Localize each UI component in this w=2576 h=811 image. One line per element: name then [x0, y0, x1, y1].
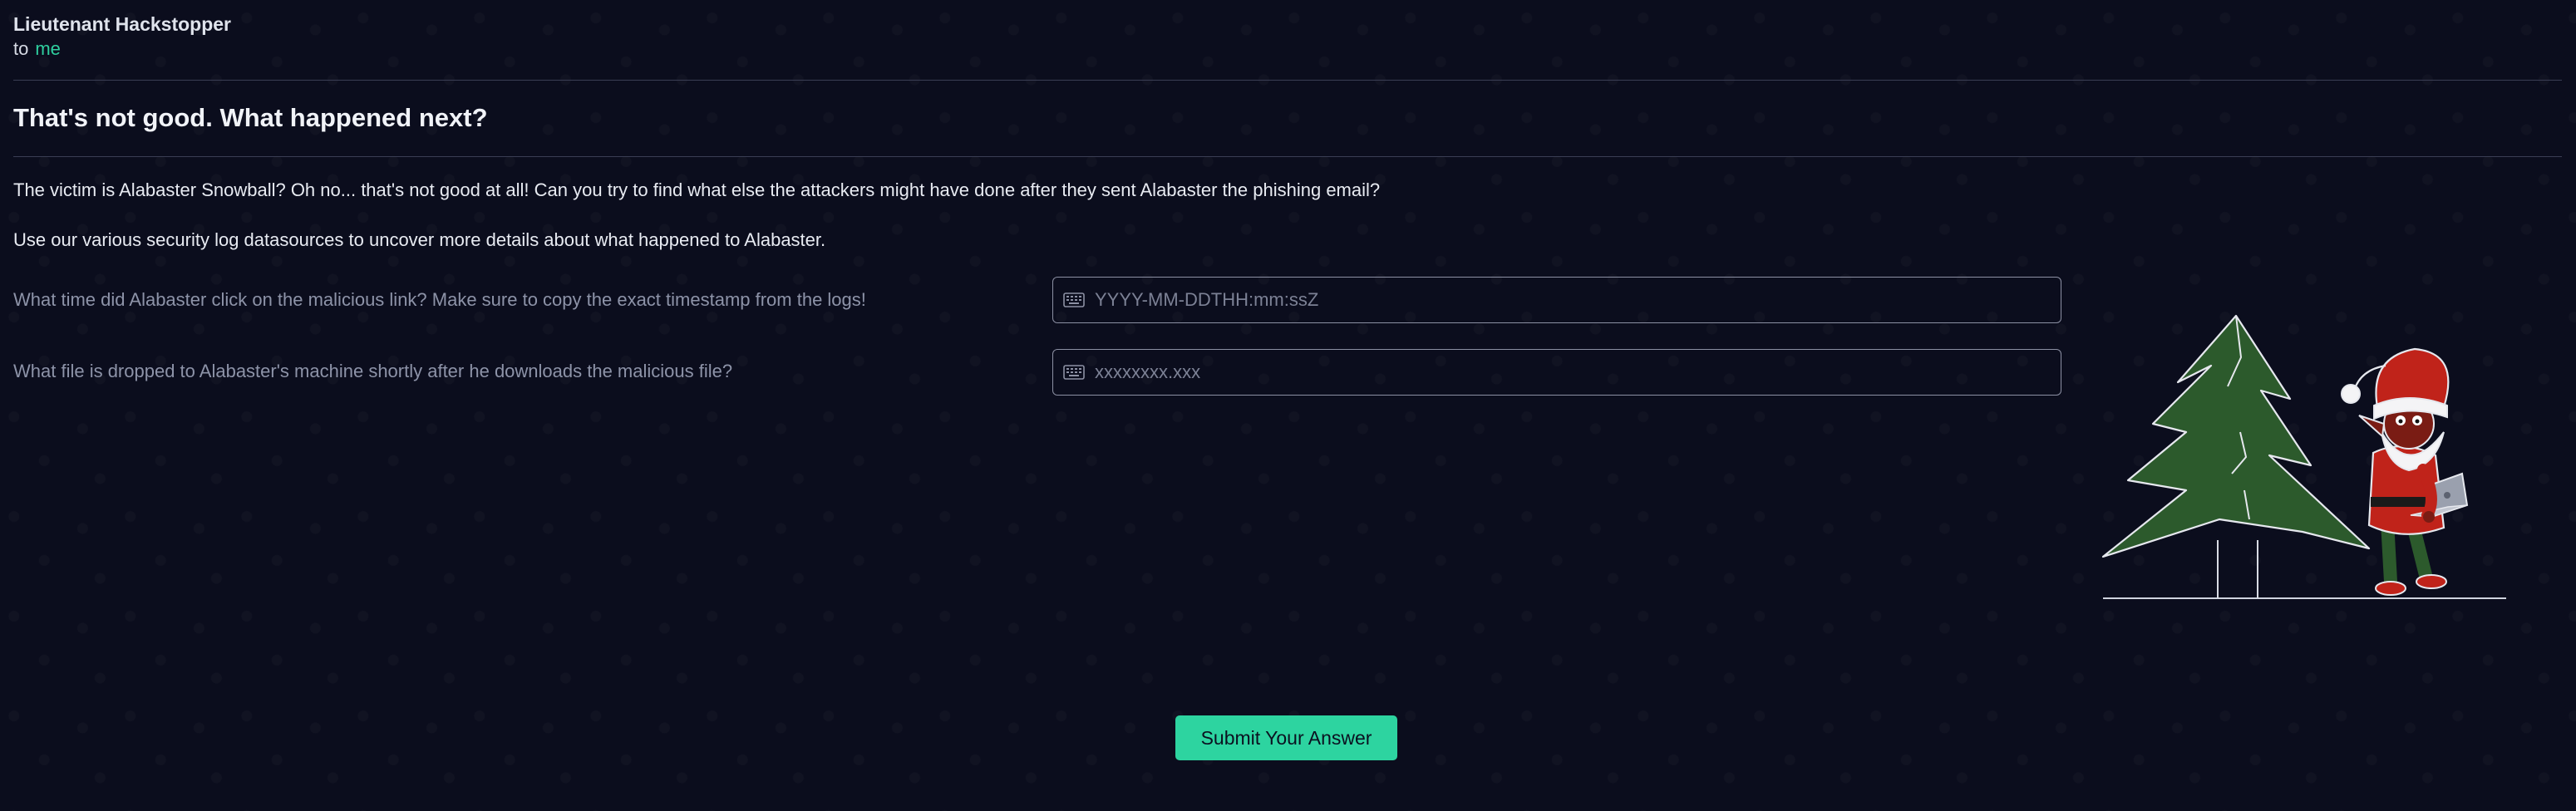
to-label: to [13, 38, 29, 59]
answer-field-filename[interactable] [1052, 349, 2061, 396]
body-paragraph: The victim is Alabaster Snowball? Oh no.… [13, 179, 1381, 200]
answer-field-timestamp[interactable] [1052, 277, 2061, 323]
question-label: What file is dropped to Alabaster's mach… [13, 361, 733, 381]
recipient-row: to me [13, 37, 231, 61]
sender-name: Lieutenant Hackstopper [13, 13, 231, 35]
elf-with-laptop-illustration [2101, 314, 2506, 599]
keyboard-icon [1063, 365, 1085, 380]
email-header: Lieutenant Hackstopper to me [13, 12, 231, 61]
email-subject: That's not good. What happened next? [13, 103, 488, 132]
keyboard-icon [1063, 292, 1085, 307]
timestamp-input[interactable] [1093, 288, 2052, 312]
filename-input[interactable] [1093, 361, 2052, 384]
subject-divider [13, 156, 2562, 157]
recipient-link[interactable]: me [35, 38, 61, 59]
submit-answer-button[interactable]: Submit Your Answer [1175, 715, 1397, 760]
body-paragraph: Use our various security log datasources… [13, 229, 826, 250]
question-label: What time did Alabaster click on the mal… [13, 289, 866, 310]
header-divider [13, 80, 2562, 81]
